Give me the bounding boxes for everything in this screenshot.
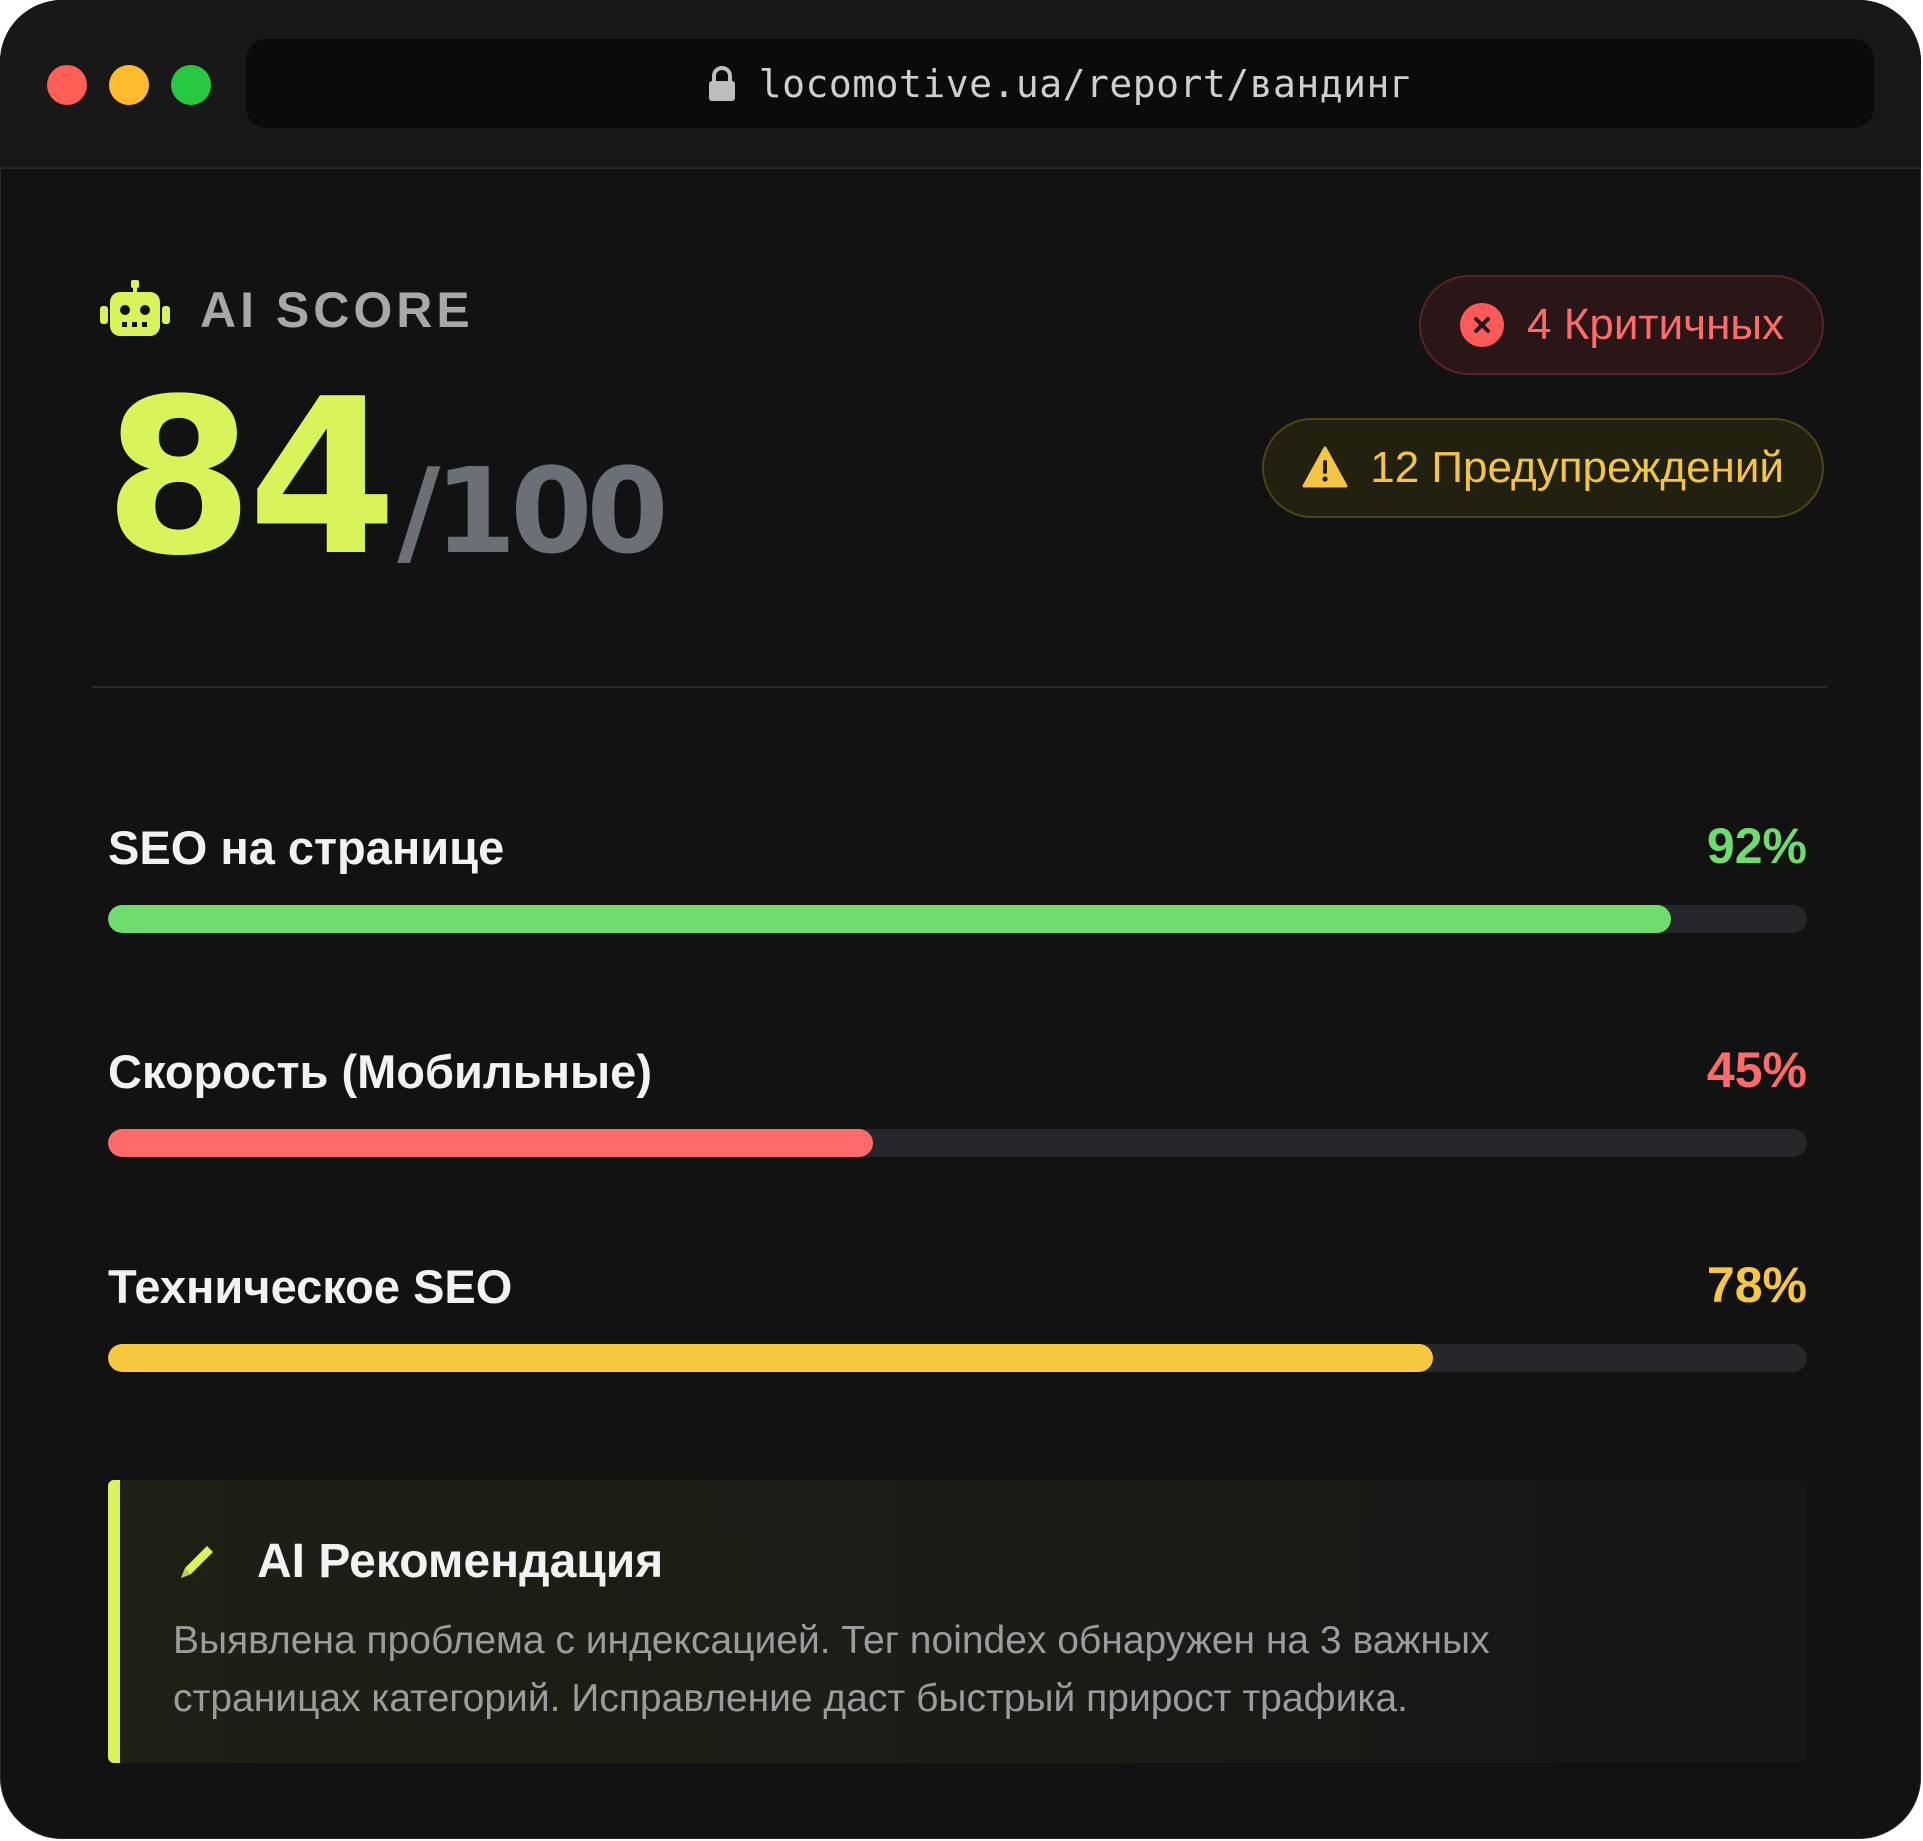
close-circle-icon [1460,303,1505,347]
warning-icon [1302,446,1348,488]
ai-score-label: AI SCORE [200,282,474,338]
metric-label: Скорость (Мобильные) [108,1045,652,1098]
metric-label: SEO на странице [108,821,505,874]
ai-score-header: AI SCORE [100,280,474,340]
recommendation-text: Выявлена проблема с индексацией. Тег noi… [173,1619,1490,1720]
score-display: 84 /100 [104,352,669,603]
progress-track [108,1344,1807,1372]
score-max: /100 [397,442,668,580]
critical-issues-label: 4 Критичных [1527,300,1784,349]
metric-label: Техническое SEO [108,1260,513,1313]
warnings-badge[interactable]: 12 Предупреждений [1262,418,1824,518]
progress-fill [108,1129,873,1157]
robot-icon [100,280,170,336]
warnings-label: 12 Предупреждений [1370,443,1784,492]
maximize-window-button[interactable] [171,65,211,105]
progress-fill [108,1344,1434,1372]
metric-value: 45% [1706,1042,1807,1098]
close-window-button[interactable] [47,65,87,105]
score-value: 84 [104,352,397,603]
divider [92,686,1827,688]
accent-bar [108,1480,120,1763]
metric-value: 78% [1706,1257,1807,1313]
metric-onpage-seo: SEO на странице 92% [108,815,1807,933]
browser-window: locomotive.ua/report/вандинг AI SCORE 84… [0,0,1921,1839]
recommendation-title: AI Рекомендация [257,1535,664,1588]
progress-fill [108,905,1672,933]
progress-track [108,905,1807,933]
progress-track [108,1129,1807,1157]
ai-recommendation-card: AI Рекомендация Выявлена проблема с инде… [108,1480,1807,1763]
title-bar: locomotive.ua/report/вандинг [0,0,1921,169]
pencil-icon [181,1545,213,1578]
metric-value: 92% [1706,818,1807,874]
lock-icon [708,65,735,101]
metric-technical-seo: Техническое SEO 78% [108,1254,1807,1372]
url-text: locomotive.ua/report/вандинг [758,61,1414,106]
metric-mobile-speed: Скорость (Мобильные) 45% [108,1039,1807,1157]
address-bar[interactable]: locomotive.ua/report/вандинг [246,39,1874,128]
critical-issues-badge[interactable]: 4 Критичных [1419,275,1824,375]
minimize-window-button[interactable] [109,65,149,105]
